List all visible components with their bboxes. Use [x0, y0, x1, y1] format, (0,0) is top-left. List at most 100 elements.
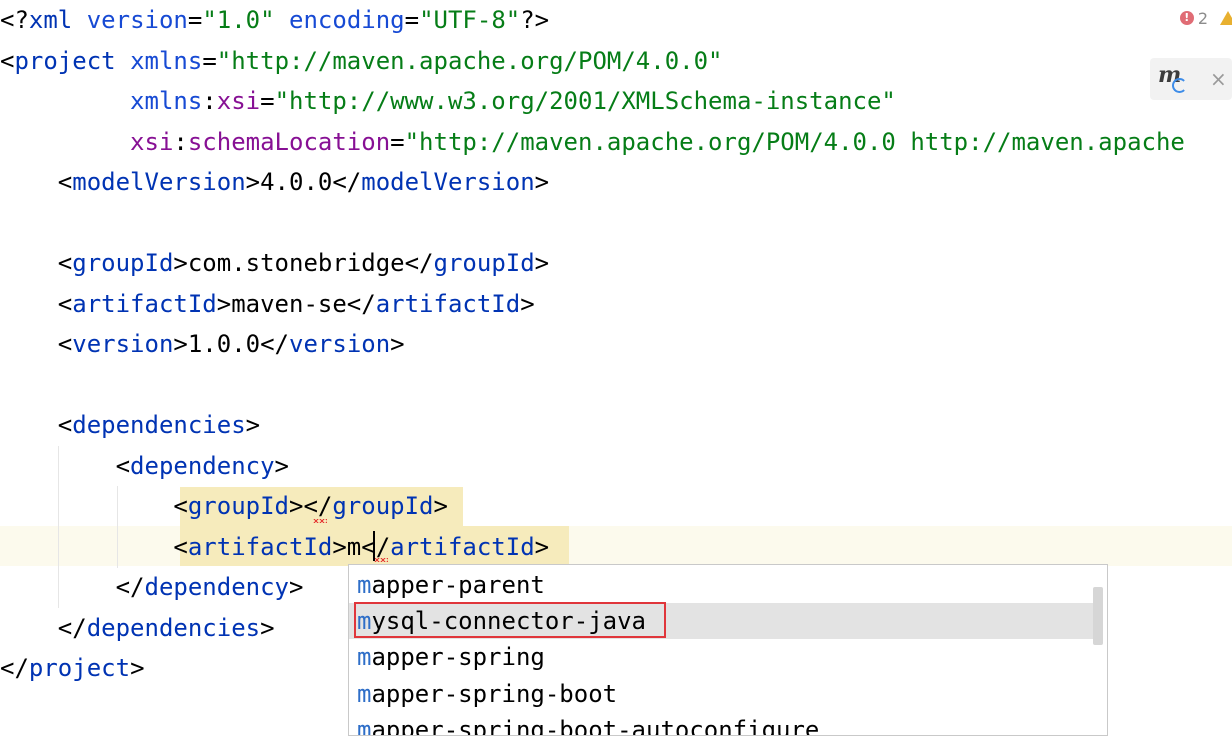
code-token: = [202, 46, 217, 75]
completion-match-prefix: m [357, 715, 372, 736]
code-token: = [187, 6, 203, 34]
popup-scrollbar[interactable] [1093, 587, 1103, 645]
code-token: modelVersion [72, 168, 246, 196]
close-icon[interactable]: × [1210, 67, 1227, 91]
code-token: groupId [433, 249, 535, 277]
code-token: artifactId [390, 532, 535, 561]
code-token: modelVersion [361, 168, 535, 196]
code-token: </ [346, 289, 376, 318]
code-token: version [72, 330, 174, 358]
error-count: 2 [1197, 8, 1208, 28]
code-token: dependency [144, 573, 290, 601]
code-token: < [57, 330, 73, 358]
code-token: </ [404, 249, 434, 277]
code-token: groupId [72, 249, 174, 277]
code-token: artifactId [375, 289, 521, 318]
code-token: "http://maven.apache.org/POM/4.0.0 http:… [404, 127, 1185, 156]
code-token: project [28, 654, 131, 682]
code-token: > [433, 492, 448, 520]
code-token: > [245, 168, 261, 196]
code-token: > [173, 249, 188, 277]
code-line[interactable]: </project> [0, 648, 145, 689]
code-token: </ [303, 492, 333, 520]
code-token: </ [57, 613, 87, 642]
code-token: groupId [332, 492, 434, 520]
code-line[interactable]: xsi:schemaLocation="http://maven.apache.… [0, 122, 1185, 163]
code-line[interactable]: </dependency> [0, 567, 304, 608]
code-line[interactable]: <artifactId>maven-se</artifactId> [0, 284, 535, 325]
code-token: com.stonebridge [187, 249, 405, 277]
code-token: < [0, 46, 15, 75]
code-token: </ [260, 330, 290, 358]
code-token: < [115, 451, 131, 480]
code-token: schemaLocation [187, 127, 391, 156]
code-line[interactable]: <dependencies> [0, 405, 260, 446]
completion-match-prefix: m [357, 571, 372, 599]
code-token: </ [361, 532, 391, 561]
code-line[interactable]: <dependency> [0, 446, 289, 487]
code-token: > [216, 289, 232, 318]
code-token: version [289, 330, 391, 358]
code-line[interactable]: <?xml version="1.0" encoding="UTF-8"?> [0, 0, 549, 41]
code-token: = [260, 87, 275, 115]
code-token: m [346, 532, 362, 561]
error-squiggle-groupid [313, 519, 327, 523]
code-token: xmlns [130, 46, 203, 75]
completion-item[interactable]: mapper-spring [349, 639, 1097, 675]
completion-item[interactable]: mapper-spring-boot-autoconfigure [349, 712, 1097, 736]
code-line[interactable]: <groupId></groupId> [0, 486, 448, 527]
code-token: groupId [187, 492, 289, 520]
code-token: "http://www.w3.org/2001/XMLSchema-instan… [274, 87, 896, 115]
completion-item-label: apper-spring-boot [371, 679, 618, 708]
completion-match-prefix: m [357, 643, 372, 672]
code-token: 4.0.0 [260, 168, 333, 196]
code-token: < [57, 289, 73, 318]
maven-reload-icon[interactable]: m [1158, 62, 1188, 94]
code-token: > [289, 573, 304, 601]
code-token: artifactId [187, 532, 333, 561]
code-line[interactable]: xmlns:xsi="http://www.w3.org/2001/XMLSch… [0, 81, 896, 122]
code-token: version [86, 6, 188, 34]
code-line[interactable]: <modelVersion>4.0.0</modelVersion> [0, 162, 549, 203]
code-token: > [534, 168, 550, 196]
code-token: = [390, 127, 405, 156]
code-token: xsi [216, 87, 261, 115]
code-line[interactable]: <artifactId>m</artifactId> [0, 527, 549, 568]
code-line[interactable]: <project xmlns="http://maven.apache.org/… [0, 41, 723, 82]
text-caret [373, 531, 375, 561]
completion-item[interactable]: mapper-parent [349, 567, 1097, 603]
completion-popup[interactable]: mapper-parent mysql-connector-java mapper-… [348, 564, 1108, 736]
code-token: > [534, 532, 550, 561]
code-token: > [130, 654, 145, 682]
code-line[interactable]: <version>1.0.0</version> [0, 324, 405, 365]
code-token: > [534, 249, 550, 277]
code-token: dependencies [72, 411, 246, 439]
code-token: "1.0" [202, 6, 275, 34]
code-token: dependency [130, 451, 275, 480]
code-line[interactable]: </dependencies> [0, 608, 275, 649]
warning-icon [1220, 11, 1232, 25]
code-token: 1.0.0 [187, 330, 261, 358]
maven-load-changes-popup[interactable]: m × [1150, 58, 1232, 100]
code-token: xml [28, 6, 73, 34]
code-token: > [260, 613, 275, 642]
code-token: xsi [130, 127, 174, 156]
code-token: < [173, 492, 188, 520]
code-token: dependencies [86, 613, 261, 642]
inspection-widget[interactable]: ! 2 [1179, 4, 1232, 32]
code-line[interactable]: <groupId>com.stonebridge</groupId> [0, 243, 549, 284]
completion-item[interactable]: mapper-spring-boot [349, 676, 1097, 712]
code-token: > [520, 289, 535, 318]
code-token: < [57, 411, 73, 439]
code-token: < [57, 249, 73, 277]
